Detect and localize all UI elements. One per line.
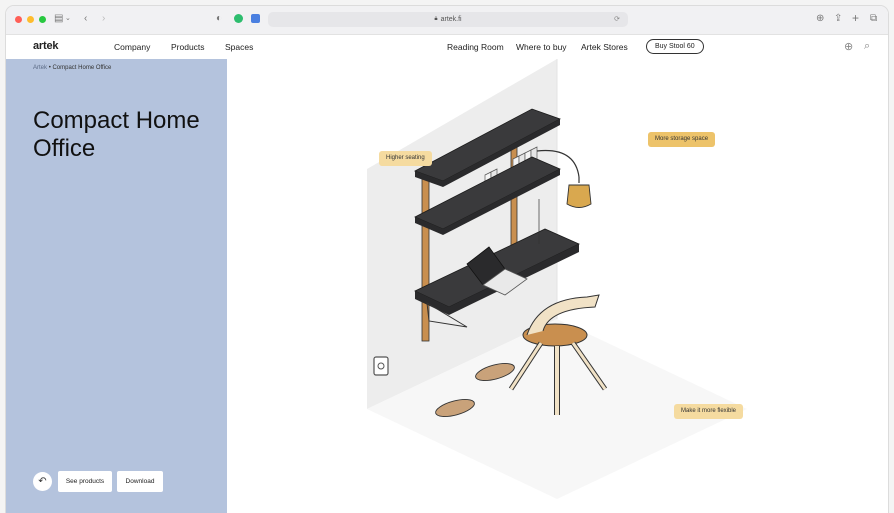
window-controls bbox=[15, 16, 46, 23]
minimize-window-button[interactable] bbox=[27, 16, 34, 23]
extension-blue-icon[interactable] bbox=[251, 14, 260, 23]
nav-company[interactable]: Company bbox=[114, 42, 150, 52]
home-office-illustration bbox=[367, 59, 747, 499]
breadcrumb-separator: • bbox=[48, 65, 51, 71]
reload-icon[interactable]: ⟳ bbox=[614, 15, 620, 23]
artek-logo[interactable]: artek bbox=[33, 40, 59, 52]
download-button[interactable]: Download bbox=[117, 471, 163, 492]
breadcrumb-current: Compact Home Office bbox=[52, 65, 112, 71]
info-panel: Artek • Compact Home Office Compact Home… bbox=[6, 59, 227, 513]
zoom-window-button[interactable] bbox=[39, 16, 46, 23]
lock-icon: 🔒︎ bbox=[434, 16, 438, 22]
browser-toolbar: ▤ ⌄ ‹ › ◐ 🔒︎ artek.fi ⟳ ⊕ ⇪ + ⧉ bbox=[6, 6, 888, 35]
tabs-overview-icon[interactable]: ⧉ bbox=[870, 13, 877, 25]
forward-arrow-icon[interactable]: › bbox=[102, 13, 105, 25]
browser-window: ▤ ⌄ ‹ › ◐ 🔒︎ artek.fi ⟳ ⊕ ⇪ + ⧉ artek Co… bbox=[6, 6, 888, 513]
nav-products[interactable]: Products bbox=[171, 42, 205, 52]
wall-outlet-icon bbox=[373, 356, 389, 376]
download-icon[interactable]: ⊕ bbox=[816, 13, 824, 25]
globe-icon[interactable]: ⊕ bbox=[844, 40, 853, 53]
see-products-button[interactable]: See products bbox=[58, 471, 112, 492]
nav-spaces[interactable]: Spaces bbox=[225, 42, 253, 52]
privacy-shield-icon[interactable]: ◐ bbox=[216, 13, 222, 25]
breadcrumb-parent[interactable]: Artek bbox=[33, 65, 47, 71]
search-icon[interactable]: ⌕ bbox=[864, 40, 870, 53]
nav-artek-stores[interactable]: Artek Stores bbox=[581, 42, 628, 52]
site-navigation: artek Company Products Spaces Reading Ro… bbox=[6, 35, 888, 59]
breadcrumb: Artek • Compact Home Office bbox=[33, 65, 111, 71]
hotspot-make-it-more-flexible[interactable]: Make it more flexible bbox=[674, 404, 744, 419]
nav-where-to-buy[interactable]: Where to buy bbox=[516, 42, 567, 52]
new-tab-icon[interactable]: + bbox=[852, 12, 859, 24]
room-scene: Higher seating More storage space Make i… bbox=[227, 59, 888, 513]
share-icon[interactable]: ⇪ bbox=[834, 13, 842, 25]
extension-green-icon[interactable] bbox=[234, 14, 243, 23]
nav-reading-room[interactable]: Reading Room bbox=[447, 42, 504, 52]
pendant-lamp-icon bbox=[566, 184, 592, 208]
chevron-down-icon[interactable]: ⌄ bbox=[65, 13, 71, 25]
close-window-button[interactable] bbox=[15, 16, 22, 23]
address-text: artek.fi bbox=[440, 16, 462, 23]
hotspot-more-storage-space[interactable]: More storage space bbox=[648, 132, 716, 147]
back-icon[interactable]: ↶ bbox=[33, 472, 52, 491]
back-arrow-icon[interactable]: ‹ bbox=[84, 13, 87, 25]
buy-stool-button[interactable]: Buy Stool 60 bbox=[646, 39, 704, 54]
address-bar[interactable]: 🔒︎ artek.fi ⟳ bbox=[268, 12, 628, 27]
sidebar-toggle-icon[interactable]: ▤ bbox=[54, 13, 63, 25]
hotspot-higher-seating[interactable]: Higher seating bbox=[379, 151, 432, 166]
page-title: Compact Home Office bbox=[33, 107, 200, 162]
